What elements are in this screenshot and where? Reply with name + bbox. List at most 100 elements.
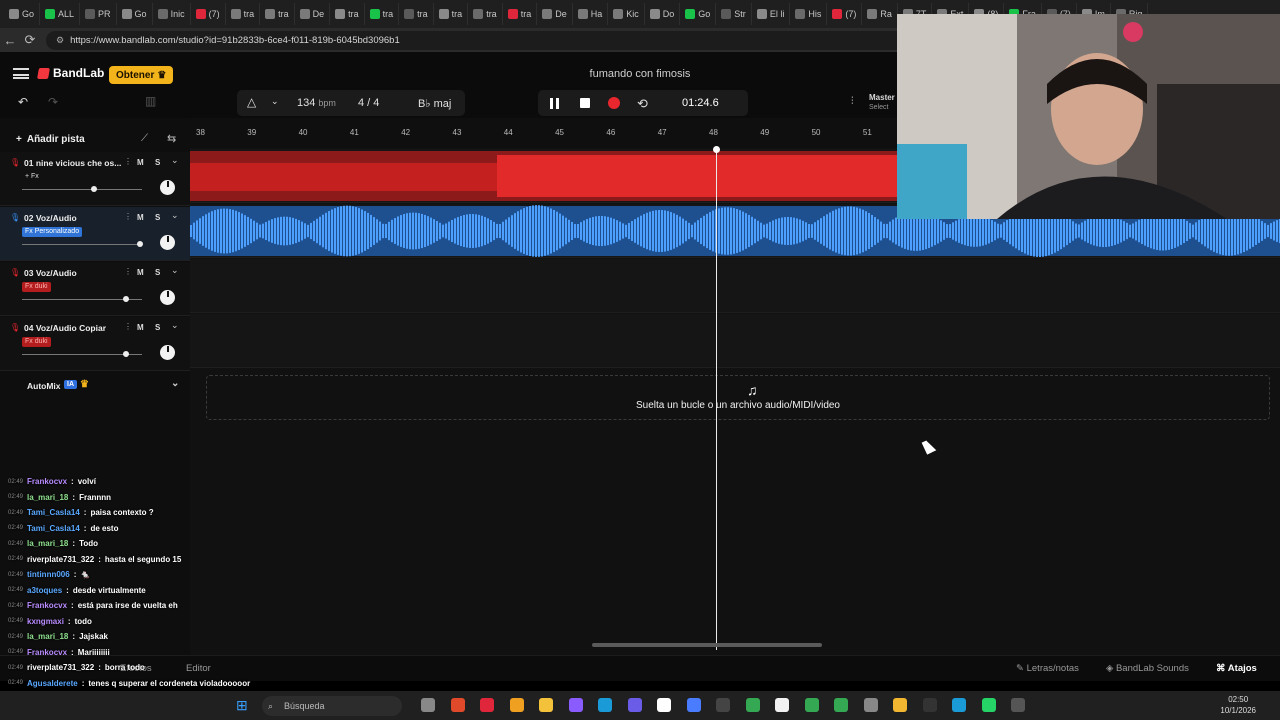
- track-header-3[interactable]: 🎙 03 Voz/Audio ⋮ M S ⌄ Fx duki: [0, 262, 190, 316]
- volume-slider-handle[interactable]: [123, 296, 129, 302]
- browser-tab[interactable]: (7): [827, 3, 863, 25]
- notepad-icon[interactable]: [804, 698, 819, 712]
- chevron-down-icon[interactable]: ⌄: [271, 96, 279, 107]
- opera-icon[interactable]: [480, 698, 494, 712]
- track-header-1[interactable]: 🎙 01 nine vicious che os... ⋮ M S ⌄ + Fx: [0, 152, 190, 206]
- mute-button[interactable]: M: [137, 213, 144, 222]
- track-name[interactable]: 04 Voz/Audio Copiar: [24, 323, 106, 333]
- capcut-icon[interactable]: [922, 698, 937, 712]
- more-options-icon[interactable]: ⋮: [124, 267, 132, 276]
- playhead[interactable]: [716, 148, 717, 650]
- track-header-4[interactable]: 🎙 04 Voz/Audio Copiar ⋮ M S ⌄ Fx duki: [0, 317, 190, 371]
- mute-button[interactable]: M: [137, 158, 144, 167]
- browser-tab[interactable]: De: [295, 3, 331, 25]
- undo-icon[interactable]: ↶: [18, 95, 28, 109]
- track-name[interactable]: 01 nine vicious che os...: [24, 158, 121, 168]
- browser-tab[interactable]: PR: [80, 3, 117, 25]
- settings-icon[interactable]: [863, 698, 878, 712]
- volume-slider-handle[interactable]: [137, 241, 143, 247]
- system-clock[interactable]: 02:50 10/1/2026: [1220, 694, 1256, 716]
- reload-icon[interactable]: ⟳: [20, 32, 40, 48]
- browser-tab[interactable]: Kic: [608, 3, 645, 25]
- browser-tab[interactable]: ALL: [40, 3, 81, 25]
- taskbar-search[interactable]: ⌕ Búsqueda: [262, 696, 402, 716]
- browser-tab[interactable]: De: [537, 3, 573, 25]
- solo-button[interactable]: S: [155, 158, 160, 167]
- chrome-icon[interactable]: [834, 698, 848, 712]
- lyrics-notes-button[interactable]: ✎ Letras/notas: [1016, 663, 1079, 674]
- mute-button[interactable]: M: [137, 323, 144, 332]
- track-name[interactable]: 02 Voz/Audio: [24, 213, 77, 223]
- windows-start-icon[interactable]: ⊞: [236, 697, 248, 714]
- stop-button[interactable]: [580, 98, 590, 108]
- capcut-icon[interactable]: [686, 698, 701, 712]
- fx-badge[interactable]: Fx duki: [22, 282, 51, 292]
- pan-knob[interactable]: [160, 345, 175, 360]
- chevron-down-icon[interactable]: ⌄: [171, 155, 179, 166]
- back-icon[interactable]: ←: [0, 33, 20, 48]
- tempo-field[interactable]: 134 bpm: [297, 97, 336, 109]
- more-options-icon[interactable]: ⋮: [124, 157, 132, 166]
- browser-tab[interactable]: Ra: [862, 3, 898, 25]
- obs-icon[interactable]: [1011, 698, 1025, 712]
- track-lane-4[interactable]: [190, 314, 1280, 368]
- volume-slider[interactable]: [22, 244, 142, 245]
- chevron-down-icon[interactable]: ⌄: [171, 378, 179, 389]
- solo-button[interactable]: S: [155, 213, 160, 222]
- metronome-icon[interactable]: △: [247, 95, 256, 109]
- file-explorer-icon[interactable]: [421, 698, 435, 712]
- track-lane-3[interactable]: [190, 259, 1280, 313]
- mute-button[interactable]: M: [137, 268, 144, 277]
- redo-icon[interactable]: ↷: [48, 95, 58, 109]
- browser-tab[interactable]: tra: [468, 3, 503, 25]
- microphone-icon[interactable]: 🎙: [10, 158, 20, 167]
- pan-knob[interactable]: [160, 290, 175, 305]
- pause-button[interactable]: [550, 98, 559, 109]
- browser-tab[interactable]: tra: [330, 3, 365, 25]
- store-icon[interactable]: [509, 698, 524, 712]
- browser-tab[interactable]: tra: [503, 3, 538, 25]
- hamburger-menu-icon[interactable]: [13, 68, 29, 79]
- browser-tab[interactable]: Go: [4, 3, 41, 25]
- solo-button[interactable]: S: [155, 268, 160, 277]
- folder-icon[interactable]: [539, 698, 553, 712]
- browser-tab[interactable]: tra: [226, 3, 261, 25]
- fx-badge[interactable]: + Fx: [22, 172, 42, 182]
- office-icon[interactable]: [450, 698, 465, 712]
- project-title[interactable]: fumando con fimosis: [540, 68, 740, 80]
- app-grid-icon[interactable]: [716, 698, 730, 712]
- volume-slider-handle[interactable]: [123, 351, 129, 357]
- browser-tab[interactable]: tra: [399, 3, 434, 25]
- chevron-down-icon[interactable]: ⌄: [171, 320, 179, 331]
- outlook-icon[interactable]: [952, 698, 966, 712]
- playhead-handle[interactable]: [713, 146, 720, 153]
- more-options-icon[interactable]: ⋮: [124, 212, 132, 221]
- chrome-icon[interactable]: [775, 698, 789, 712]
- browser-tab[interactable]: Go: [117, 3, 153, 25]
- whatsapp-icon[interactable]: [981, 698, 996, 712]
- track-name[interactable]: 03 Voz/Audio: [24, 268, 77, 278]
- key-selector[interactable]: B♭ maj: [418, 97, 451, 110]
- browser-tab[interactable]: Go: [680, 3, 717, 25]
- browser-tab[interactable]: Do: [645, 3, 681, 25]
- track-header-2[interactable]: 🎙 02 Voz/Audio ⋮ M S ⌄ Fx Personalizado: [0, 207, 190, 261]
- shortcuts-button[interactable]: ⌘ Atajos: [1216, 663, 1257, 674]
- wand-icon[interactable]: ⟋: [141, 133, 148, 144]
- microphone-icon[interactable]: 🎙: [10, 268, 20, 277]
- upgrade-button[interactable]: Obtener ♛: [109, 66, 174, 84]
- loop-button[interactable]: ⟲: [637, 96, 648, 112]
- browser-tab[interactable]: Inic: [153, 3, 191, 25]
- pan-knob[interactable]: [160, 180, 175, 195]
- more-options-icon[interactable]: ⋮: [124, 322, 132, 331]
- automix-row[interactable]: AutoMix IA ♛ ⌄: [0, 373, 190, 399]
- time-signature[interactable]: 4 / 4: [358, 97, 379, 109]
- volume-slider-handle[interactable]: [91, 186, 97, 192]
- chevron-down-icon[interactable]: ⌄: [171, 265, 179, 276]
- record-button[interactable]: [608, 97, 620, 109]
- track-settings-icon[interactable]: ⇆: [167, 132, 176, 145]
- volume-slider[interactable]: [22, 189, 142, 190]
- microphone-icon[interactable]: 🎙: [10, 213, 20, 222]
- mixer-icon[interactable]: ⫶: [851, 96, 854, 107]
- browser-tab[interactable]: tra: [434, 3, 469, 25]
- browser-tab[interactable]: (7): [191, 3, 226, 25]
